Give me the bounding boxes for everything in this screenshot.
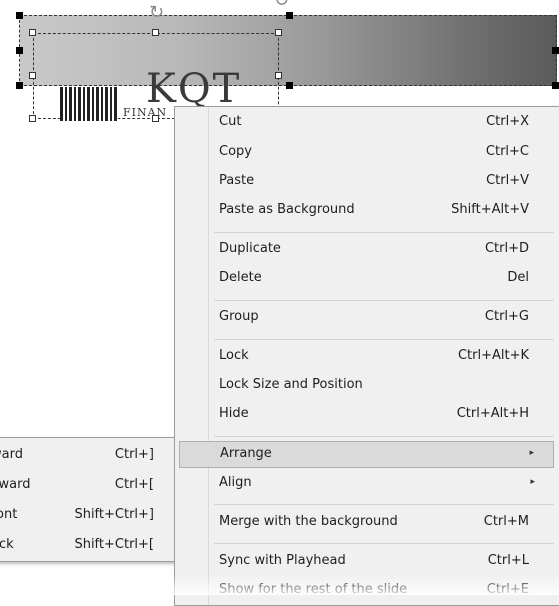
rotate-handle-icon-2[interactable]: ↻ bbox=[274, 0, 289, 10]
menu-item-shortcut: Ctrl+Alt+K bbox=[457, 348, 529, 363]
menu-item-sync-with-playhead[interactable]: Sync with Playhead Ctrl+L bbox=[179, 549, 554, 576]
menu-item-lock-size-and-position[interactable]: Lock Size and Position bbox=[179, 373, 554, 400]
arrange-submenu: ward Ctrl+] kward Ctrl+[ ront Shift+Ctrl… bbox=[0, 437, 177, 562]
inner-handle-n[interactable] bbox=[152, 29, 159, 36]
menu-separator bbox=[214, 504, 554, 505]
menu-item-label: Merge with the background bbox=[219, 514, 398, 529]
submenu-arrow-icon: ▸ bbox=[530, 477, 535, 487]
submenu-item-label: ward bbox=[0, 447, 23, 462]
rotate-handle-icon[interactable]: ↻ bbox=[149, 4, 164, 22]
menu-item-label: Delete bbox=[219, 270, 262, 285]
menu-item-copy[interactable]: Copy Ctrl+C bbox=[179, 140, 554, 167]
inner-handle-ne[interactable] bbox=[275, 29, 282, 36]
barcode-graphic bbox=[60, 87, 118, 121]
menu-separator bbox=[214, 232, 554, 233]
submenu-item-shortcut: Ctrl+[ bbox=[114, 477, 154, 492]
menu-item-shortcut: Ctrl+X bbox=[486, 114, 529, 129]
submenu-item-send-backward[interactable]: kward Ctrl+[ bbox=[0, 472, 167, 500]
menu-item-label: Copy bbox=[219, 144, 252, 159]
resize-handle-e[interactable] bbox=[552, 47, 559, 54]
menu-item-label: Sync with Playhead bbox=[219, 553, 346, 568]
submenu-item-label: kward bbox=[0, 477, 31, 492]
menu-item-paste[interactable]: Paste Ctrl+V bbox=[179, 169, 554, 196]
menu-item-shortcut: Shift+Alt+V bbox=[451, 202, 529, 217]
menu-item-shortcut: Ctrl+M bbox=[483, 514, 529, 529]
inner-handle-w[interactable] bbox=[29, 72, 36, 79]
menu-item-label: Group bbox=[219, 309, 259, 324]
menu-item-label: Duplicate bbox=[219, 241, 281, 256]
menu-item-label: Paste as Background bbox=[219, 202, 355, 217]
menu-separator bbox=[214, 543, 554, 544]
context-menu: Cut Ctrl+X Copy Ctrl+C Paste Ctrl+V Past… bbox=[174, 106, 559, 606]
resize-handle-nw[interactable] bbox=[16, 12, 23, 19]
menu-item-shortcut: Ctrl+L bbox=[487, 553, 529, 568]
menu-item-shortcut: Ctrl+V bbox=[486, 173, 529, 188]
menu-item-align[interactable]: Align ▸ bbox=[179, 471, 554, 498]
resize-handle-sw[interactable] bbox=[16, 82, 23, 89]
inner-handle-e[interactable] bbox=[275, 72, 282, 79]
menu-item-lock[interactable]: Lock Ctrl+Alt+K bbox=[179, 344, 554, 371]
submenu-arrow-icon: ▸ bbox=[529, 448, 534, 458]
menu-item-arrange[interactable]: Arrange ▸ bbox=[179, 441, 554, 468]
menu-item-hide[interactable]: Hide Ctrl+Alt+H bbox=[179, 402, 554, 429]
menu-item-show-for-rest-of-slide[interactable]: Show for the rest of the slide Ctrl+E bbox=[179, 578, 554, 605]
menu-item-cut[interactable]: Cut Ctrl+X bbox=[179, 110, 554, 137]
menu-item-label: Lock bbox=[219, 348, 249, 363]
menu-separator bbox=[214, 300, 554, 301]
menu-item-shortcut: Del bbox=[507, 270, 529, 285]
logo-image: KQT FINAN bbox=[60, 69, 239, 121]
menu-item-label: Lock Size and Position bbox=[219, 377, 363, 392]
resize-handle-n[interactable] bbox=[286, 12, 293, 19]
menu-item-shortcut: Ctrl+C bbox=[485, 144, 529, 159]
submenu-item-shortcut: Shift+Ctrl+] bbox=[74, 507, 154, 522]
submenu-item-shortcut: Ctrl+] bbox=[114, 447, 154, 462]
submenu-item-bring-to-front[interactable]: ront Shift+Ctrl+] bbox=[0, 502, 167, 530]
resize-handle-s[interactable] bbox=[286, 82, 293, 89]
menu-item-shortcut: Ctrl+G bbox=[484, 309, 529, 324]
submenu-item-shortcut: Shift+Ctrl+[ bbox=[74, 537, 154, 552]
menu-item-label: Paste bbox=[219, 173, 255, 188]
menu-item-label: Cut bbox=[219, 114, 242, 129]
submenu-item-send-to-back[interactable]: ack Shift+Ctrl+[ bbox=[0, 532, 167, 560]
submenu-item-label: ack bbox=[0, 537, 14, 552]
logo-text: KQT bbox=[146, 66, 242, 112]
menu-item-label: Hide bbox=[219, 406, 249, 421]
menu-item-shortcut: Ctrl+Alt+H bbox=[456, 406, 529, 421]
menu-item-merge-with-background[interactable]: Merge with the background Ctrl+M bbox=[179, 510, 554, 537]
menu-item-label: Align bbox=[219, 475, 252, 490]
resize-handle-w[interactable] bbox=[16, 47, 23, 54]
menu-item-delete[interactable]: Delete Del bbox=[179, 266, 554, 293]
menu-item-duplicate[interactable]: Duplicate Ctrl+D bbox=[179, 237, 554, 264]
menu-item-label: Arrange bbox=[220, 446, 272, 461]
logo-subtext: FINAN bbox=[123, 106, 168, 119]
menu-item-paste-as-background[interactable]: Paste as Background Shift+Alt+V bbox=[179, 198, 554, 225]
inner-handle-nw[interactable] bbox=[29, 29, 36, 36]
menu-item-group[interactable]: Group Ctrl+G bbox=[179, 305, 554, 332]
submenu-item-label: ront bbox=[0, 507, 18, 522]
submenu-item-bring-forward[interactable]: ward Ctrl+] bbox=[0, 442, 167, 470]
menu-separator bbox=[214, 436, 554, 437]
inner-handle-sw[interactable] bbox=[29, 115, 36, 122]
resize-handle-se[interactable] bbox=[552, 82, 559, 89]
menu-separator bbox=[214, 339, 554, 340]
menu-item-shortcut: Ctrl+D bbox=[484, 241, 529, 256]
